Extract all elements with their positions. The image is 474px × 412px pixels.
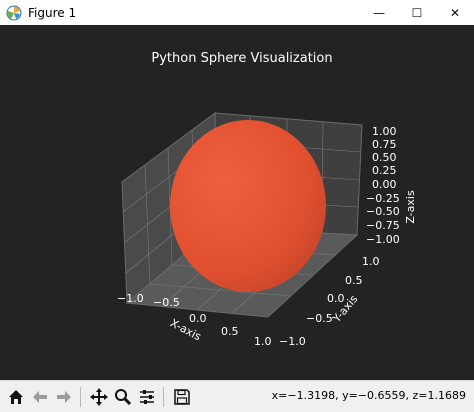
- toolbar-separator: [80, 386, 81, 407]
- pan-button[interactable]: [87, 385, 110, 408]
- close-button[interactable]: ✕: [436, 0, 474, 25]
- zoom-button[interactable]: [111, 385, 134, 408]
- minimize-button[interactable]: —: [360, 0, 398, 25]
- z-tick: 0.50: [372, 151, 397, 164]
- plot-title: Python Sphere Visualization: [151, 51, 332, 66]
- x-tick: 0.5: [221, 325, 239, 338]
- z-tick: −1.00: [366, 233, 400, 246]
- window-controls: — ☐ ✕: [360, 0, 474, 25]
- x-tick: −1.0: [117, 292, 144, 305]
- z-tick: 0.25: [372, 164, 397, 177]
- z-tick: −0.50: [366, 205, 400, 218]
- y-tick: −1.0: [279, 335, 306, 348]
- z-tick: −0.75: [366, 219, 400, 232]
- x-tick: 0.0: [189, 312, 207, 325]
- zoom-icon: [114, 388, 131, 405]
- toolbar-separator: [163, 386, 164, 407]
- z-tick: 0.75: [372, 138, 397, 151]
- x-tick: 1.0: [254, 335, 272, 348]
- y-tick: −0.5: [306, 312, 333, 325]
- plot-3d-axes[interactable]: Python Sphere Visualization 1.00 0.75 0.…: [0, 25, 474, 380]
- window-titlebar: Figure 1 — ☐ ✕: [0, 0, 474, 26]
- save-button[interactable]: [170, 385, 193, 408]
- z-tick-labels: 1.00 0.75 0.50 0.25 0.00 −0.25 −0.50 −0.…: [366, 125, 400, 246]
- window-title: Figure 1: [28, 5, 77, 20]
- x-tick: −0.5: [153, 296, 180, 309]
- navigation-toolbar: x=−1.3198, y=−0.6559, z=1.1689: [0, 380, 474, 412]
- matplotlib-app-icon: [6, 5, 22, 20]
- z-tick: 0.00: [372, 178, 397, 191]
- maximize-button[interactable]: ☐: [398, 0, 436, 25]
- back-icon: [32, 390, 47, 403]
- z-tick: −0.25: [366, 192, 400, 205]
- y-tick: 1.0: [362, 255, 380, 268]
- home-button[interactable]: [4, 385, 27, 408]
- pan-icon: [89, 387, 108, 406]
- y-tick: 0.5: [345, 274, 363, 287]
- forward-icon: [56, 390, 71, 403]
- forward-button[interactable]: [52, 385, 75, 408]
- z-tick: 1.00: [372, 125, 397, 138]
- cursor-coordinates: x=−1.3198, y=−0.6559, z=1.1689: [271, 389, 466, 402]
- configure-button[interactable]: [135, 385, 158, 408]
- sphere-surface: [170, 120, 326, 292]
- z-axis-label: Z-axis: [404, 190, 417, 224]
- figure-canvas[interactable]: Python Sphere Visualization 1.00 0.75 0.…: [0, 25, 474, 380]
- configure-icon: [139, 389, 154, 404]
- save-icon: [173, 388, 190, 405]
- back-button[interactable]: [28, 385, 51, 408]
- home-icon: [8, 389, 23, 404]
